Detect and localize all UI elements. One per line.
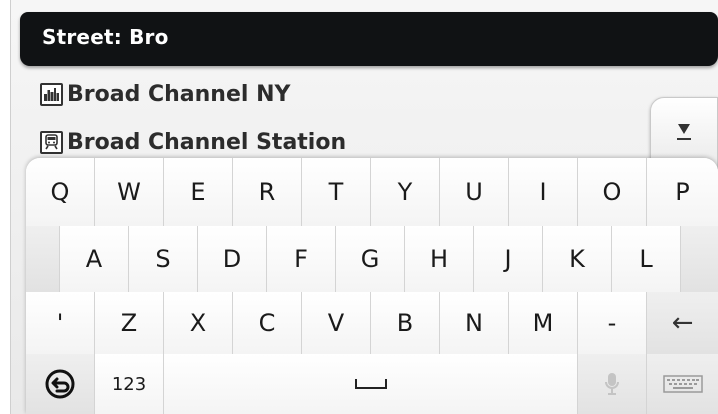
- space-key[interactable]: [164, 354, 578, 414]
- key-r[interactable]: R: [233, 158, 302, 226]
- keyboard-row-4: 123: [26, 354, 718, 414]
- on-screen-keyboard: Q W E R T Y U I O P A S D F G H J K L ' …: [26, 158, 718, 414]
- key-n[interactable]: N: [440, 292, 509, 354]
- key-t[interactable]: T: [302, 158, 371, 226]
- result-label: Broad Channel NY: [67, 81, 291, 107]
- keyboard-icon: [662, 375, 703, 393]
- key-e[interactable]: E: [164, 158, 233, 226]
- result-label: Broad Channel Station: [67, 129, 347, 155]
- key-apostrophe[interactable]: ': [26, 292, 95, 354]
- key-f[interactable]: F: [267, 226, 336, 292]
- microphone-icon: [605, 373, 619, 395]
- key-x[interactable]: X: [164, 292, 233, 354]
- scroll-down-bar-icon: [677, 138, 691, 140]
- key-v[interactable]: V: [302, 292, 371, 354]
- keyboard-layout-key[interactable]: [647, 354, 718, 414]
- key-j[interactable]: J: [474, 226, 543, 292]
- key-q[interactable]: Q: [26, 158, 95, 226]
- results-list: Broad Channel NY Broad Channel Station: [24, 78, 644, 168]
- key-k[interactable]: K: [543, 226, 612, 292]
- backspace-key[interactable]: ←: [647, 292, 718, 354]
- street-search-field[interactable]: Street: Bro: [42, 25, 169, 49]
- key-hyphen[interactable]: -: [578, 292, 647, 354]
- keyboard-row-3: ' Z X C V B N M - ←: [26, 292, 718, 355]
- key-c[interactable]: C: [233, 292, 302, 354]
- key-o[interactable]: O: [578, 158, 647, 226]
- microphone-key[interactable]: [578, 354, 647, 414]
- key-d[interactable]: D: [198, 226, 267, 292]
- street-label: Street:: [42, 25, 122, 49]
- train-icon: [40, 130, 63, 154]
- search-header[interactable]: Street: Bro: [20, 12, 718, 66]
- key-g[interactable]: G: [336, 226, 405, 292]
- key-spacer-right: [681, 226, 718, 292]
- search-query[interactable]: Bro: [129, 25, 168, 49]
- key-spacer-left: [26, 226, 60, 292]
- key-z[interactable]: Z: [95, 292, 164, 354]
- key-y[interactable]: Y: [371, 158, 440, 226]
- back-key[interactable]: [26, 354, 95, 414]
- key-p[interactable]: P: [647, 158, 718, 226]
- keyboard-row-1: Q W E R T Y U I O P: [26, 158, 718, 227]
- key-w[interactable]: W: [95, 158, 164, 226]
- result-item-broad-channel-ny[interactable]: Broad Channel NY: [40, 78, 290, 110]
- key-l[interactable]: L: [612, 226, 681, 292]
- keyboard-row-2: A S D F G H J K L: [26, 226, 718, 293]
- key-a[interactable]: A: [60, 226, 129, 292]
- space-icon: [354, 379, 387, 389]
- key-u[interactable]: U: [440, 158, 509, 226]
- city-skyline-icon: [40, 82, 63, 106]
- result-item-broad-channel-station[interactable]: Broad Channel Station: [40, 126, 346, 158]
- key-h[interactable]: H: [405, 226, 474, 292]
- scroll-down-arrow-icon: [678, 124, 690, 134]
- key-m[interactable]: M: [509, 292, 578, 354]
- back-arrow-icon: [45, 369, 75, 399]
- key-i[interactable]: I: [509, 158, 578, 226]
- key-s[interactable]: S: [129, 226, 198, 292]
- numbers-key[interactable]: 123: [95, 354, 164, 414]
- key-b[interactable]: B: [371, 292, 440, 354]
